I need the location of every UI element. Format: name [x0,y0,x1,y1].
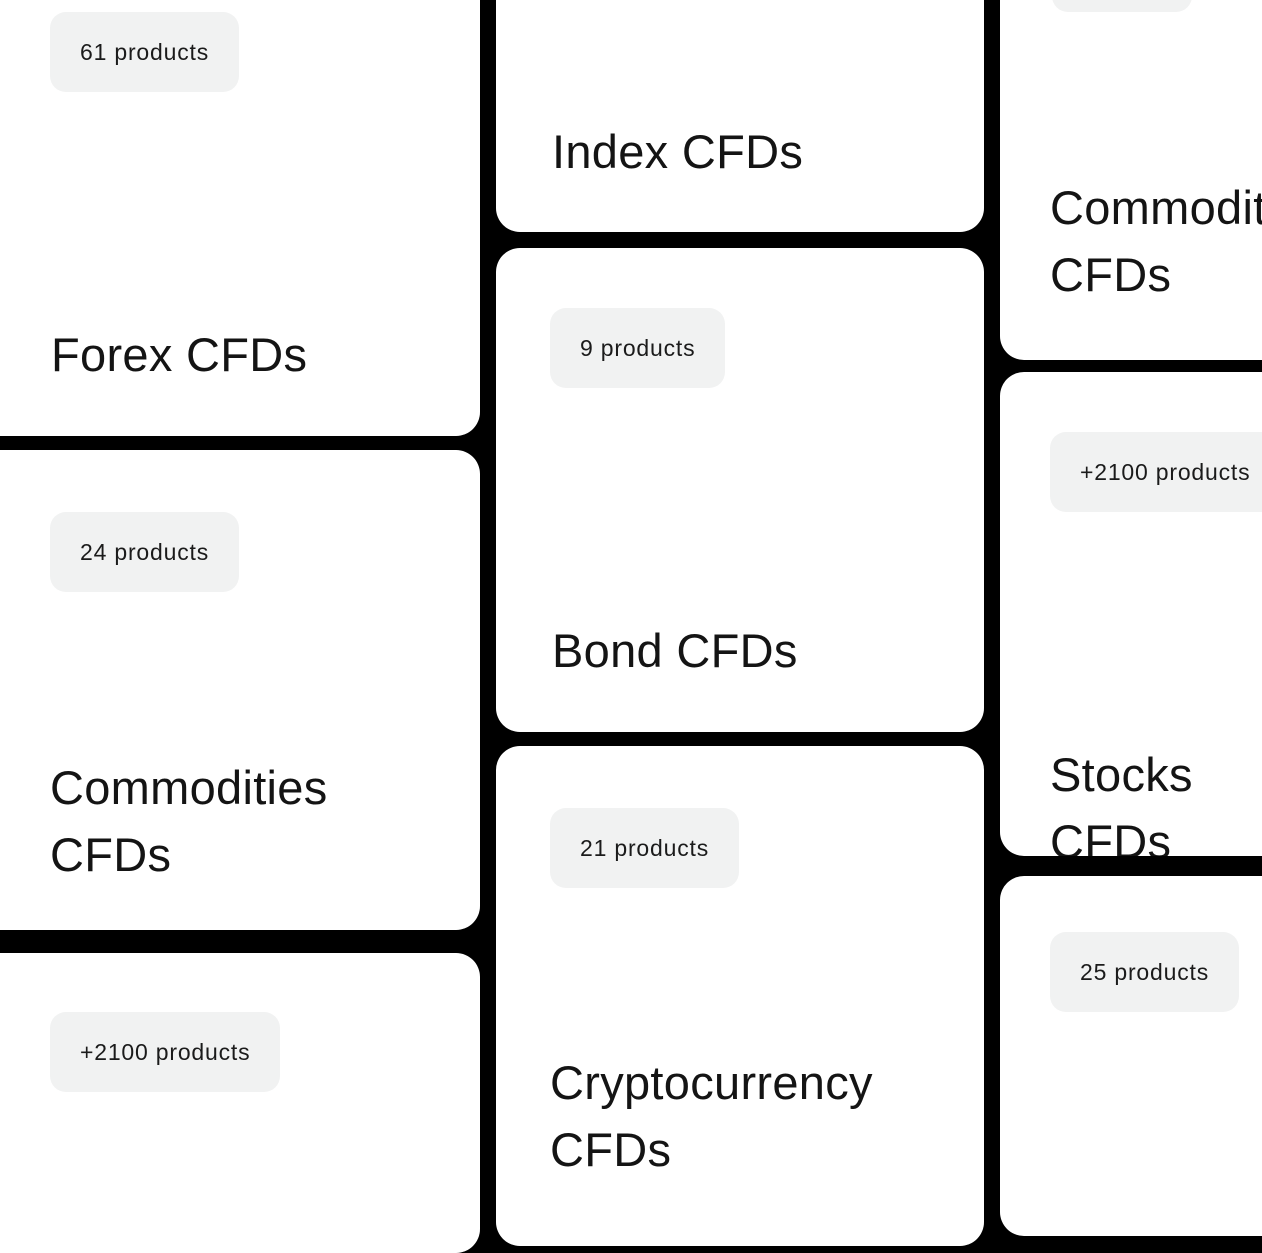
product-count-badge: 25 products [1050,932,1239,1012]
card-title: Commodities CFDs [50,761,328,881]
product-count-badge: 21 products [550,808,739,888]
product-card-right-bottom[interactable]: 25 products [1000,876,1262,1236]
product-grid: { "cards": { "forex": { "count": "61 pro… [0,0,1262,1253]
card-title: Index CFDs [552,125,804,178]
commodities-cfds-card-right[interactable]: Commodities CFDs [1000,0,1262,360]
stocks-cfds-card-right[interactable]: +2100 products Stocks CFDs [1000,372,1262,856]
stocks-cfds-card[interactable]: +2100 products [0,953,480,1253]
product-count-badge: +2100 products [1050,432,1262,512]
card-title: Forex CFDs [51,328,308,381]
product-count-badge: 61 products [50,12,239,92]
card-title: Bond CFDs [552,624,798,677]
product-count-badge: 9 products [550,308,726,388]
card-title: Cryptocurrency CFDs [550,1056,873,1176]
bond-cfds-card[interactable]: 9 products Bond CFDs [496,248,984,732]
product-count-badge [1052,0,1192,12]
card-title: Commodities CFDs [1050,181,1262,301]
product-count-badge: +2100 products [50,1012,281,1092]
product-count-badge: 24 products [50,512,239,592]
index-cfds-card[interactable]: Index CFDs [496,0,984,232]
cryptocurrency-cfds-card[interactable]: 21 products Cryptocurrency CFDs [496,746,984,1246]
forex-cfds-card[interactable]: 61 products Forex CFDs [0,0,480,436]
commodities-cfds-card[interactable]: 24 products Commodities CFDs [0,450,480,930]
card-title: Stocks CFDs [1050,748,1193,856]
